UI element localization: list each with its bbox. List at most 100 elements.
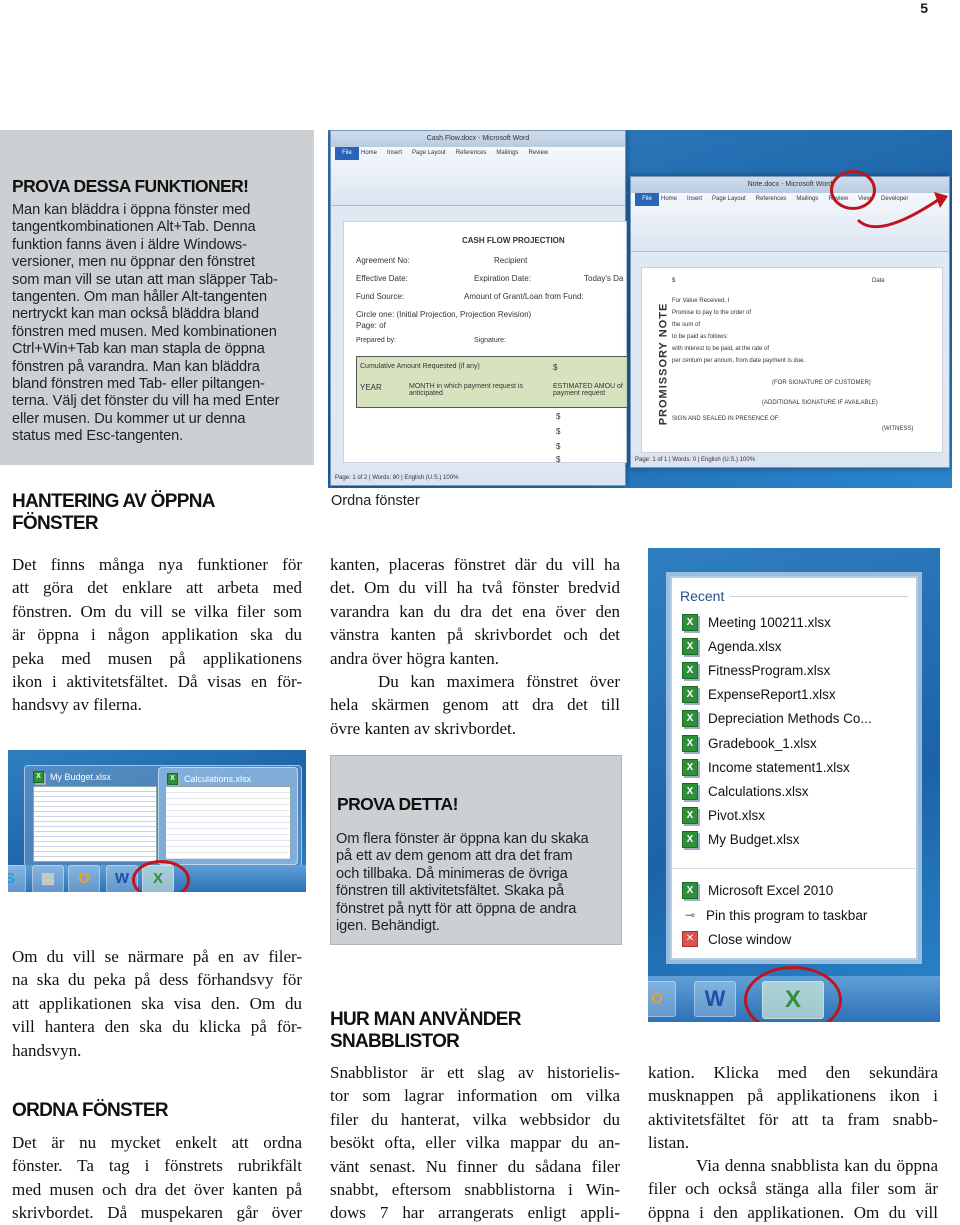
recent-file-label: Depreciation Methods Co... — [708, 711, 872, 727]
heading-ordna-fonster: ORDNA FÖNSTER — [12, 1100, 169, 1121]
body-snabblistor: Snabblistor är ett slag av historielis-t… — [330, 1061, 620, 1225]
text-line: hela skärmen genom att dra det till — [330, 695, 620, 715]
text-line: vill hantera den ska du klicka på för- — [12, 1017, 302, 1037]
status-bar: Page: 1 of 1 | Words: 0 | English (U.S.)… — [631, 453, 949, 467]
text-line: Om du vill se närmare på en av filer- — [12, 947, 302, 966]
window-title-bar: Cash Flow.docx - Microsoft Word — [331, 131, 625, 147]
heading-hantering: HANTERING AV ÖPPNA FÖNSTER — [12, 491, 215, 535]
text-line: listan. — [648, 1133, 690, 1153]
word-window-cash-flow: Cash Flow.docx - Microsoft Word File Hom… — [330, 130, 628, 486]
outlook-taskbar-icon[interactable]: O — [648, 981, 676, 1017]
recent-file-item[interactable]: X Calculations.xlsx — [672, 779, 916, 803]
note-field: (ADDITIONAL SIGNATURE IF AVAILABLE) — [762, 400, 878, 406]
text-line: att applikationen ska visa den. Om du — [12, 993, 302, 1013]
note-field: Date — [872, 278, 885, 284]
jump-list-section-title: Recent — [680, 588, 916, 604]
text-line: andra över högra kanten. — [330, 648, 499, 668]
text-line: fönstren på varandra. Man kan bläddra — [12, 358, 260, 375]
heading-snabblistor: HUR MAN ANVÄNDER SNABBLISTOR — [330, 1009, 521, 1053]
text-line: funktion fanns även i äldre Windows- — [12, 236, 247, 253]
form-field: Page: of — [356, 321, 386, 330]
outlook-taskbar-icon[interactable]: O — [68, 865, 100, 892]
recent-file-item[interactable]: X Pivot.xlsx — [672, 804, 916, 828]
note-field: with interest to be paid, at the rate of — [672, 346, 770, 352]
calculator-taskbar-icon[interactable]: ▦ — [32, 865, 64, 892]
note-field: For Value Received, I — [672, 298, 730, 304]
form-field: Prepared by: — [356, 337, 397, 344]
text-line: besökt ofta, eller vilka mappar du an- — [330, 1133, 620, 1153]
form-field: Signature: — [474, 337, 506, 344]
text-line: på ett av dem genom att dra det fram — [336, 848, 573, 865]
document-page: CASH FLOW PROJECTION Agreement No: Recip… — [343, 221, 628, 464]
ribbon: File Home Insert Page Layout References … — [331, 147, 625, 206]
ribbon-tab: Page Layout — [412, 150, 446, 156]
highlight-circle — [744, 966, 842, 1022]
dollar-sign: $ — [556, 442, 561, 451]
excel-file-icon: X — [682, 807, 698, 825]
jump-list: Recent X Meeting 100211.xlsx X Agenda.xlsx X… — [670, 576, 918, 960]
text-line: öppna i den applikationen. Om du vill — [648, 1202, 938, 1222]
form-table: Cumulative Amount Requested (if any) $ Y… — [356, 356, 628, 408]
text-line: handsvyn. — [12, 1040, 82, 1060]
text-line: versioner, men nu öppnar den fönstret — [12, 254, 255, 271]
table-cell: $ — [553, 363, 558, 372]
note-field: the sum of — [672, 322, 701, 328]
dollar-sign: $ — [556, 412, 561, 421]
task-label: Pin this program to taskbar — [706, 907, 868, 923]
spreadsheet-thumbnail — [165, 786, 291, 860]
text-line: igen. Behändigt. — [336, 918, 440, 935]
text-line: snabbt, eftersom snabblistorna i Win- — [330, 1180, 620, 1200]
excel-file-icon: X — [682, 710, 698, 728]
preview-thumbnail-calculations[interactable]: X Calculations.xlsx — [158, 767, 298, 865]
recent-file-label: Calculations.xlsx — [708, 783, 809, 799]
word-taskbar-icon[interactable]: W — [694, 981, 736, 1017]
recent-file-item[interactable]: X Depreciation Methods Co... — [672, 707, 916, 731]
recent-file-item[interactable]: X FitnessProgram.xlsx — [672, 658, 916, 682]
recent-file-item[interactable]: X Gradebook_1.xlsx — [672, 731, 916, 755]
screenshot-jump-list: Recent X Meeting 100211.xlsx X Agenda.xlsx X… — [648, 548, 940, 1022]
recent-file-label: Meeting 100211.xlsx — [708, 614, 831, 630]
document-page: PROMISSORY NOTE $ Date For Value Receive… — [641, 267, 943, 453]
status-bar: Page: 1 of 2 | Words: 80 | English (U.S.… — [331, 471, 625, 485]
task-pin-to-taskbar[interactable]: ⊸ Pin this program to taskbar — [672, 903, 916, 927]
ribbon-tab: References — [455, 150, 487, 156]
recent-file-item[interactable]: X Meeting 100211.xlsx — [672, 610, 916, 634]
recent-file-item[interactable]: X ExpenseReport1.xlsx — [672, 683, 916, 707]
body-ordna-fonster: Det är nu mycket enkelt att ordna fönster… — [12, 1131, 302, 1225]
spreadsheet-thumbnail — [33, 786, 157, 862]
heading-line: FÖNSTER — [12, 513, 99, 534]
form-field: Recipient — [494, 256, 528, 265]
task-close-window[interactable]: ✕ Close window — [672, 927, 916, 951]
body-column-mid-2: Du kan maximera fönstret över hela skärme… — [330, 670, 620, 740]
text-line: fönster. Ta tag i fönstrets rubrikfält — [12, 1156, 302, 1176]
preview-title-text: My Budget.xlsx — [50, 772, 112, 782]
text-line: skrivbordet. Då muspekaren går över — [12, 1203, 302, 1223]
body-snabblistor-right-2: Via denna snabblista kan du öppna filer o… — [648, 1154, 938, 1224]
form-field: Agreement No: — [356, 256, 410, 265]
recent-file-item[interactable]: X My Budget.xlsx — [672, 828, 916, 852]
recent-file-label: Gradebook_1.xlsx — [708, 735, 817, 751]
form-field: Circle one: (Initial Projection, Project… — [356, 310, 532, 319]
heading-line: SNABBLISTOR — [330, 1031, 460, 1052]
task-open-excel[interactable]: X Microsoft Excel 2010 — [672, 879, 916, 903]
recent-file-item[interactable]: X Agenda.xlsx — [672, 634, 916, 658]
form-field: Effective Date: — [356, 274, 408, 283]
text-line: fönstren med musen. Med kombinationen — [12, 323, 277, 340]
text-line: ikon i aktivitetsfältet. Då visas en för… — [12, 672, 302, 692]
text-line: terna. Välj det fönster du vill ha med E… — [12, 393, 280, 410]
task-label: Microsoft Excel 2010 — [708, 883, 834, 899]
body-hantering: Det finns många nya funktioner för att gö… — [12, 553, 302, 717]
pin-icon: ⊸ — [684, 908, 696, 923]
tip-box-title: PROVA DETTA! — [337, 794, 458, 814]
form-field: Fund Source: — [356, 292, 405, 301]
tip-box-body: Man kan bläddra i öppna fönster med tange… — [12, 202, 310, 446]
text-line: Det är nu mycket enkelt att ordna — [12, 1133, 302, 1152]
recent-file-item[interactable]: X Income statement1.xlsx — [672, 755, 916, 779]
note-field: to be paid as follows: — [672, 334, 729, 340]
excel-file-icon: X — [682, 734, 698, 752]
heading-line: HUR MAN ANVÄNDER — [330, 1009, 521, 1030]
preview-title: X My Budget.xlsx — [33, 771, 111, 783]
excel-icon: X — [167, 773, 178, 785]
text-line: na ska du peka på dess förhandsvy för — [12, 970, 302, 990]
skype-taskbar-icon[interactable]: S — [8, 865, 26, 892]
